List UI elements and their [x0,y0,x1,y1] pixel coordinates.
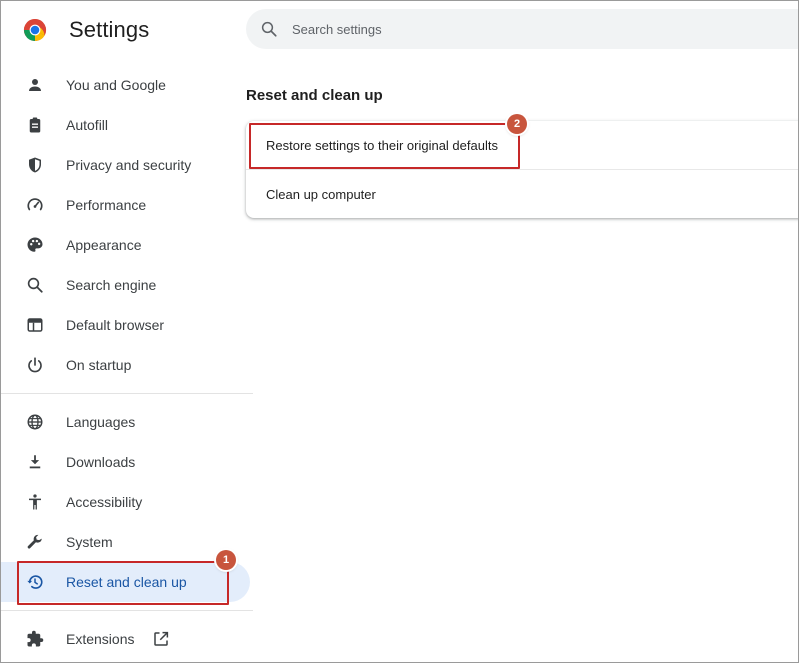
power-icon [25,355,45,375]
search-bar[interactable] [246,9,798,49]
wrench-icon [25,532,45,552]
row-label: Clean up computer [266,186,376,202]
sidebar-item-appearance[interactable]: Appearance [1,225,250,265]
search-input[interactable] [292,9,772,49]
reset-options-card: Restore settings to their original defau… [246,121,798,218]
clipboard-icon [25,115,45,135]
sidebar-item-label: Extensions [66,631,135,647]
browser-window-icon [25,315,45,335]
history-reset-icon [25,572,45,592]
section-title: Reset and clean up [246,87,383,104]
sidebar-divider [1,393,253,394]
sidebar-item-label: You and Google [66,77,166,93]
sidebar-nav: You and Google Autofill Privacy and secu… [1,65,253,659]
puzzle-icon [25,629,45,649]
settings-window: Settings You and Google Autofill Privacy… [0,0,799,663]
shield-icon [25,155,45,175]
sidebar-item-label: Downloads [66,454,136,470]
sidebar-item-label: Performance [66,197,147,213]
sidebar-item-performance[interactable]: Performance [1,185,250,225]
sidebar-item-privacy-and-security[interactable]: Privacy and security [1,145,250,185]
sidebar-item-label: Default browser [66,317,165,333]
sidebar-item-default-browser[interactable]: Default browser [1,305,250,345]
palette-icon [25,235,45,255]
external-link-icon [152,630,170,648]
sidebar-item-label: Languages [66,414,136,430]
annotation-badge-1: 1 [216,550,236,570]
sidebar-item-on-startup[interactable]: On startup [1,345,250,385]
sidebar-item-label: On startup [66,357,132,373]
row-label: Restore settings to their original defau… [266,137,498,153]
globe-icon [25,412,45,432]
accessibility-icon [25,492,45,512]
sidebar-item-system[interactable]: System [1,522,250,562]
sidebar-item-languages[interactable]: Languages [1,402,250,442]
sidebar-item-label: Autofill [66,117,109,133]
sidebar-item-autofill[interactable]: Autofill [1,105,250,145]
sidebar-item-label: Search engine [66,277,157,293]
person-icon [25,75,45,95]
sidebar-item-accessibility[interactable]: Accessibility [1,482,250,522]
sidebar-item-you-and-google[interactable]: You and Google [1,65,250,105]
sidebar-item-label: Appearance [66,237,142,253]
sidebar-item-label: Accessibility [66,494,143,510]
sidebar-item-label: System [66,534,113,550]
sidebar-divider [1,610,253,611]
annotation-badge-2: 2 [507,114,527,134]
sidebar-item-reset-and-clean-up[interactable]: Reset and clean up [1,562,250,602]
app-title: Settings [69,17,150,42]
speedometer-icon [25,195,45,215]
download-icon [25,452,45,472]
sidebar-item-downloads[interactable]: Downloads [1,442,250,482]
chrome-logo-icon [23,18,47,42]
sidebar-item-label: Reset and clean up [66,574,187,590]
sidebar-item-search-engine[interactable]: Search engine [1,265,250,305]
sidebar-item-label: Privacy and security [66,157,192,173]
clean-up-computer-row[interactable]: Clean up computer [246,170,798,218]
sidebar-item-extensions[interactable]: Extensions [1,619,250,659]
search-icon [25,275,45,295]
search-icon [260,20,278,38]
